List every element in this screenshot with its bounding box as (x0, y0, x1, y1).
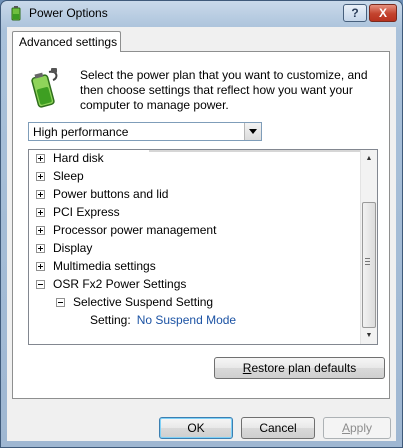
tree-item-label: Hard disk (53, 151, 104, 165)
tree-item-hard-disk[interactable]: Hard disk (36, 150, 104, 167)
tree-item-processor[interactable]: Processor power management (36, 221, 216, 239)
tree-item-pci-express[interactable]: PCI Express (36, 203, 120, 221)
tree-item-label: PCI Express (53, 205, 120, 219)
expand-icon[interactable] (36, 225, 45, 235)
apply-mnemonic: A (341, 421, 350, 435)
battery-plug-icon (31, 68, 58, 108)
expand-icon[interactable] (36, 243, 45, 253)
tree-item-label: Power buttons and lid (53, 187, 169, 201)
expand-icon[interactable] (36, 261, 45, 271)
tree-item-display[interactable]: Display (36, 239, 92, 257)
power-plan-dropdown[interactable]: High performance (28, 122, 262, 141)
scroll-up-icon[interactable]: ▲ (361, 150, 377, 167)
tree-item-power-buttons[interactable]: Power buttons and lid (36, 185, 168, 203)
power-options-icon (11, 6, 21, 21)
window-title: Power Options (29, 6, 108, 20)
cancel-button[interactable]: Cancel (241, 417, 315, 439)
tree-item-label: Display (53, 241, 93, 255)
power-plan-value: High performance (33, 124, 129, 139)
help-button[interactable]: ? (343, 4, 367, 22)
tree-item-label: Multimedia settings (53, 259, 156, 273)
restore-mnemonic: R (242, 361, 252, 375)
setting-value-link[interactable]: No Suspend Mode (137, 313, 236, 327)
power-options-window: Power Options ? X Advanced settings Sele… (0, 0, 403, 448)
vertical-scrollbar[interactable]: ▲ ▼ (360, 150, 377, 344)
tree-item-selective-suspend[interactable]: Selective Suspend Setting (56, 293, 213, 311)
close-button[interactable]: X (369, 4, 397, 22)
apply-button[interactable]: Apply (323, 417, 391, 439)
tree-item-setting[interactable]: Setting: No Suspend Mode (90, 311, 236, 329)
expand-icon[interactable] (36, 207, 45, 217)
expand-icon[interactable] (36, 153, 45, 163)
collapse-icon[interactable] (36, 279, 45, 289)
tree-item-label: Sleep (53, 169, 84, 183)
expand-icon[interactable] (36, 189, 45, 199)
description-text: Select the power plan that you want to c… (80, 68, 368, 112)
tree-item-multimedia[interactable]: Multimedia settings (36, 257, 156, 275)
ok-button[interactable]: OK (159, 417, 233, 439)
setting-label: Setting: (90, 313, 131, 327)
advanced-settings-panel: Select the power plan that you want to c… (12, 51, 390, 399)
settings-tree[interactable]: Hard disk Sleep Power buttons and lid PC… (28, 149, 378, 345)
tree-item-sleep[interactable]: Sleep (36, 167, 84, 185)
restore-plan-defaults-button[interactable]: Restore plan defaults (214, 357, 385, 379)
scroll-down-icon[interactable]: ▼ (361, 327, 377, 344)
cut-off-row (149, 150, 361, 152)
expand-icon[interactable] (36, 171, 45, 181)
tree-item-label: Processor power management (53, 223, 217, 237)
collapse-icon[interactable] (56, 297, 65, 307)
restore-label: estore plan defaults (251, 361, 357, 375)
tree-item-osr-fx2[interactable]: OSR Fx2 Power Settings (36, 275, 186, 293)
chevron-down-icon[interactable] (244, 123, 261, 140)
tree-item-label: OSR Fx2 Power Settings (53, 277, 187, 291)
apply-label: pply (350, 421, 373, 435)
tab-advanced-settings[interactable]: Advanced settings (12, 31, 121, 52)
title-bar[interactable]: Power Options ? X (1, 1, 402, 25)
grip-icon (365, 258, 370, 267)
dialog-client-area: Advanced settings Select the power plan … (7, 27, 396, 441)
tree-item-label: Selective Suspend Setting (73, 295, 214, 309)
